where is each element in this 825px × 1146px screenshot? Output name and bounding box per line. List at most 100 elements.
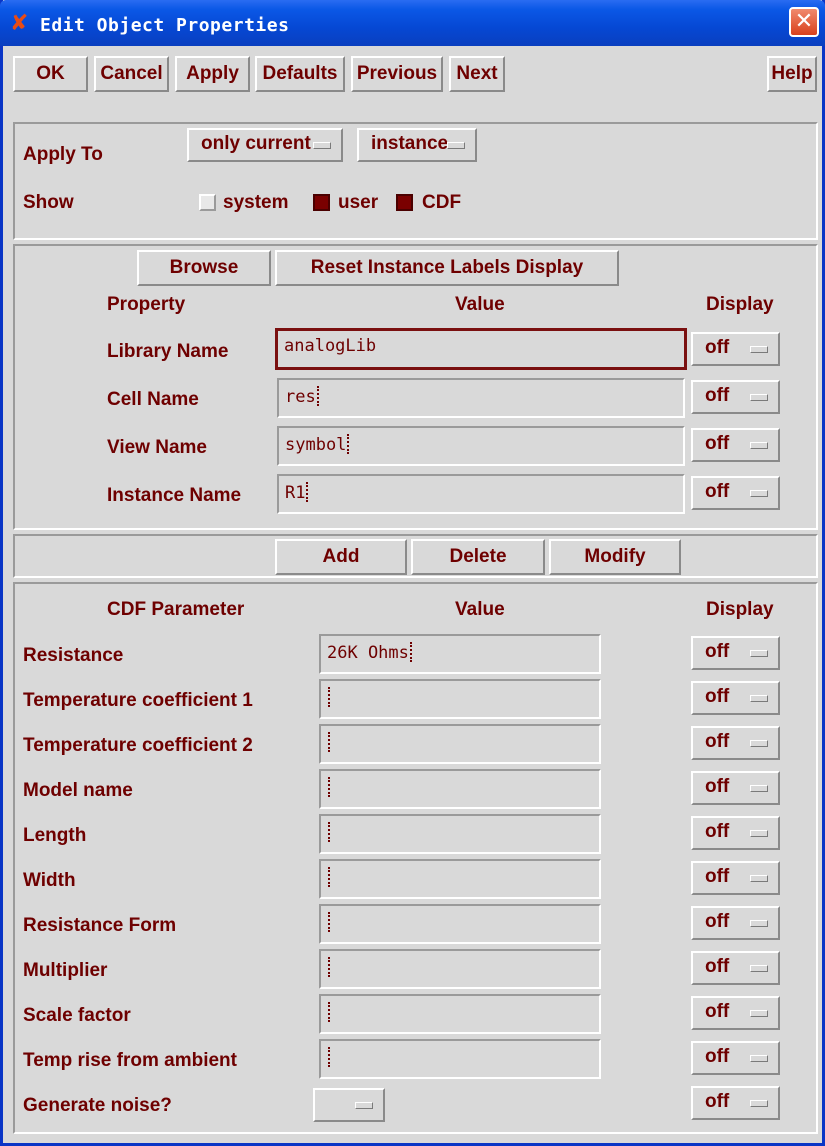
- dropdown-indicator-icon: [750, 1010, 768, 1017]
- cdf-display-column-header: Display: [706, 599, 774, 620]
- generate-noise-dropdown[interactable]: [313, 1088, 385, 1122]
- add-button[interactable]: Add: [275, 539, 407, 575]
- dropdown-indicator-icon: [750, 650, 768, 657]
- instance-name-value: R1: [285, 483, 306, 503]
- display-value: off: [705, 1091, 730, 1112]
- cdf-value-input[interactable]: [319, 679, 601, 719]
- text-caret: [316, 386, 321, 406]
- property-name: View Name: [107, 437, 207, 458]
- delete-button[interactable]: Delete: [411, 539, 545, 575]
- display-value: off: [705, 1001, 730, 1022]
- cell-name-display-dropdown[interactable]: off: [691, 380, 780, 414]
- dropdown-indicator-icon: [750, 442, 768, 449]
- cell-name-input[interactable]: res: [277, 378, 685, 418]
- cdf-parameter-name: Temp rise from ambient: [23, 1050, 237, 1071]
- cdf-value-input[interactable]: [319, 904, 601, 944]
- display-value: off: [705, 337, 730, 358]
- text-caret: [328, 1002, 332, 1022]
- cdf-display-dropdown[interactable]: off: [691, 861, 780, 895]
- display-value: off: [705, 385, 730, 406]
- dropdown-indicator-icon: [447, 142, 465, 149]
- text-caret: [328, 732, 332, 752]
- value-column-header: Value: [455, 294, 505, 315]
- defaults-button[interactable]: Defaults: [255, 56, 345, 92]
- browse-button[interactable]: Browse: [137, 250, 271, 286]
- cdf-value-input[interactable]: [319, 859, 601, 899]
- cdf-parameter-column-header: CDF Parameter: [107, 599, 245, 620]
- dropdown-indicator-icon: [313, 142, 331, 149]
- cdf-value-input[interactable]: [319, 769, 601, 809]
- apply-type-dropdown[interactable]: instance: [357, 128, 477, 162]
- dropdown-indicator-icon: [750, 920, 768, 927]
- text-caret: [306, 482, 310, 502]
- previous-button[interactable]: Previous: [351, 56, 443, 92]
- dropdown-indicator-icon: [750, 740, 768, 747]
- cdf-display-dropdown[interactable]: off: [691, 771, 780, 805]
- modify-button[interactable]: Modify: [549, 539, 681, 575]
- cdf-value-input[interactable]: [319, 1039, 601, 1079]
- view-name-input[interactable]: symbol: [277, 426, 685, 466]
- user-checkbox[interactable]: [313, 194, 330, 211]
- ok-button[interactable]: OK: [13, 56, 88, 92]
- cdf-parameter-name: Resistance: [23, 645, 124, 666]
- user-checkbox-label: user: [338, 192, 379, 213]
- cdf-parameter-name: Temperature coefficient 1: [23, 690, 253, 711]
- cdf-value-input[interactable]: [319, 994, 601, 1034]
- cdf-display-dropdown[interactable]: off: [691, 1041, 780, 1075]
- dropdown-indicator-icon: [750, 490, 768, 497]
- cancel-button[interactable]: Cancel: [94, 56, 169, 92]
- cdf-checkbox[interactable]: [396, 194, 413, 211]
- library-name-display-dropdown[interactable]: off: [691, 332, 780, 366]
- dropdown-indicator-icon: [750, 695, 768, 702]
- text-caret: [328, 1047, 332, 1067]
- cdf-parameter-name: Generate noise?: [23, 1095, 172, 1116]
- property-name: Instance Name: [107, 485, 242, 506]
- cdf-parameter-name: Multiplier: [23, 960, 108, 981]
- cdf-value-input[interactable]: [319, 814, 601, 854]
- text-caret: [409, 642, 414, 662]
- help-button[interactable]: Help: [767, 56, 817, 92]
- cdf-parameter-name: Resistance Form: [23, 915, 177, 936]
- app-icon: ✘: [10, 11, 29, 36]
- cdf-display-dropdown[interactable]: off: [691, 996, 780, 1030]
- display-value: off: [705, 821, 730, 842]
- close-icon[interactable]: ✕: [789, 7, 819, 37]
- cdf-display-dropdown[interactable]: off: [691, 681, 780, 715]
- display-value: off: [705, 866, 730, 887]
- apply-scope-dropdown[interactable]: only current: [187, 128, 343, 162]
- display-value: off: [705, 686, 730, 707]
- cdf-display-dropdown[interactable]: off: [691, 816, 780, 850]
- instance-name-input[interactable]: R1: [277, 474, 685, 514]
- cdf-parameter-name: Temperature coefficient 2: [23, 735, 253, 756]
- display-value: off: [705, 776, 730, 797]
- window-title: Edit Object Properties: [40, 15, 290, 36]
- dropdown-indicator-icon: [750, 394, 768, 401]
- apply-button[interactable]: Apply: [175, 56, 250, 92]
- cdf-display-dropdown[interactable]: off: [691, 951, 780, 985]
- title-bar[interactable]: ✘ Edit Object Properties ✕: [0, 0, 825, 46]
- view-name-value: symbol: [285, 435, 347, 455]
- cdf-value-input[interactable]: 26K Ohms: [319, 634, 601, 674]
- library-name-input[interactable]: analogLib: [275, 328, 687, 370]
- system-checkbox[interactable]: [199, 194, 216, 211]
- cdf-checkbox-label: CDF: [422, 192, 462, 213]
- cdf-display-dropdown[interactable]: off: [691, 906, 780, 940]
- cell-name-value: res: [285, 387, 316, 407]
- system-checkbox-label: system: [223, 192, 289, 213]
- cdf-value-input[interactable]: [319, 949, 601, 989]
- cdf-display-dropdown[interactable]: off: [691, 1086, 780, 1120]
- dropdown-indicator-icon: [750, 1055, 768, 1062]
- cdf-display-dropdown[interactable]: off: [691, 726, 780, 760]
- next-button[interactable]: Next: [449, 56, 505, 92]
- dropdown-indicator-icon: [750, 785, 768, 792]
- cdf-value-input[interactable]: [319, 724, 601, 764]
- reset-instance-labels-button[interactable]: Reset Instance Labels Display: [275, 250, 619, 286]
- instance-name-display-dropdown[interactable]: off: [691, 476, 780, 510]
- dropdown-indicator-icon: [750, 965, 768, 972]
- property-column-header: Property: [107, 294, 186, 315]
- apply-to-label: Apply To: [23, 144, 103, 165]
- display-value: off: [705, 433, 730, 454]
- view-name-display-dropdown[interactable]: off: [691, 428, 780, 462]
- display-column-header: Display: [706, 294, 774, 315]
- cdf-display-dropdown[interactable]: off: [691, 636, 780, 670]
